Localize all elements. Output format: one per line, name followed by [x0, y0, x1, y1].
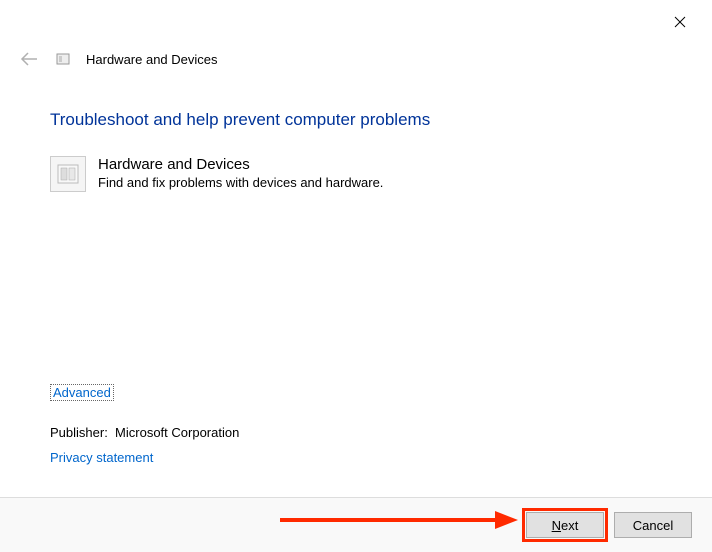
hardware-large-icon: [50, 156, 86, 192]
lower-section: Advanced Publisher: Microsoft Corporatio…: [50, 384, 239, 465]
page-title: Troubleshoot and help prevent computer p…: [50, 110, 672, 130]
button-bar: Next Cancel: [0, 497, 712, 552]
hardware-icon: [54, 50, 72, 68]
next-button[interactable]: Next: [526, 512, 604, 538]
publisher-row: Publisher: Microsoft Corporation: [50, 425, 239, 440]
privacy-link[interactable]: Privacy statement: [50, 450, 239, 465]
header-title: Hardware and Devices: [86, 52, 218, 67]
item-title: Hardware and Devices: [98, 156, 383, 173]
publisher-name: Microsoft Corporation: [115, 425, 239, 440]
troubleshooter-item: Hardware and Devices Find and fix proble…: [50, 156, 672, 192]
cancel-button[interactable]: Cancel: [614, 512, 692, 538]
close-button[interactable]: [668, 10, 692, 34]
content: Troubleshoot and help prevent computer p…: [50, 110, 672, 192]
publisher-label: Publisher:: [50, 425, 108, 440]
advanced-link[interactable]: Advanced: [50, 384, 114, 401]
item-description: Find and fix problems with devices and h…: [98, 175, 383, 190]
next-label-rest: ext: [561, 518, 578, 533]
back-button[interactable]: [18, 48, 40, 70]
header: Hardware and Devices: [18, 48, 218, 70]
close-icon: [674, 16, 686, 28]
arrow-left-icon: [19, 52, 39, 66]
next-mnemonic: N: [552, 518, 561, 533]
